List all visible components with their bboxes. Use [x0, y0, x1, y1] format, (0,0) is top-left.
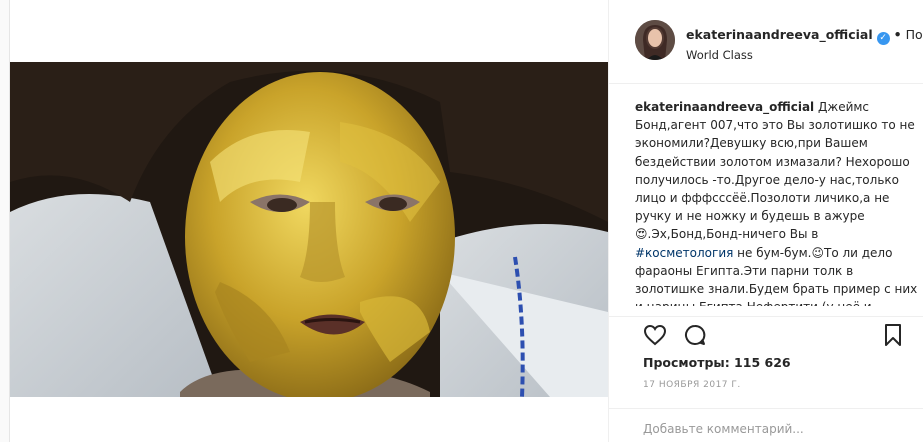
post-caption: ekaterinaandreeva_official Джеймс Бонд,а…	[635, 98, 920, 306]
post-container: ekaterinaandreeva_official✓•Подпи World …	[9, 0, 923, 442]
location-link[interactable]: World Class	[686, 48, 753, 62]
caption-text-3: .Эх,Бонд,Бонд-ничего Вы в	[647, 227, 819, 242]
heart-icon	[643, 324, 667, 346]
action-bar	[609, 316, 923, 350]
emoji-heart-eyes: 😍	[635, 227, 648, 242]
verified-badge-icon: ✓	[876, 32, 890, 45]
emoji-wink: 😉	[811, 245, 824, 260]
video-frame-image	[10, 62, 608, 397]
like-button[interactable]	[643, 323, 667, 347]
caption-text-4: не бум-бум.	[733, 245, 812, 260]
save-button[interactable]	[881, 323, 905, 347]
avatar[interactable]	[635, 20, 675, 60]
header-separator: •	[893, 27, 902, 42]
comment-icon	[685, 324, 706, 345]
post-video[interactable]	[10, 62, 608, 397]
post-date[interactable]: 17 НОЯБРЯ 2017 Г.	[643, 380, 741, 390]
bookmark-icon	[885, 324, 901, 346]
comment-button[interactable]	[683, 323, 707, 347]
caption-username[interactable]: ekaterinaandreeva_official	[635, 100, 814, 114]
post-side-panel: ekaterinaandreeva_official✓•Подпи World …	[608, 0, 923, 442]
hashtag-link[interactable]: #косметология	[635, 246, 733, 260]
comment-box	[609, 408, 923, 442]
avatar-image	[635, 20, 675, 60]
username-link[interactable]: ekaterinaandreeva_official	[686, 27, 873, 42]
views-count[interactable]: Просмотры: 115 626	[643, 355, 791, 370]
comment-input[interactable]	[643, 419, 913, 439]
follow-button[interactable]: Подпи	[906, 27, 923, 42]
post-header: ekaterinaandreeva_official✓• Подпи World …	[609, 0, 923, 84]
